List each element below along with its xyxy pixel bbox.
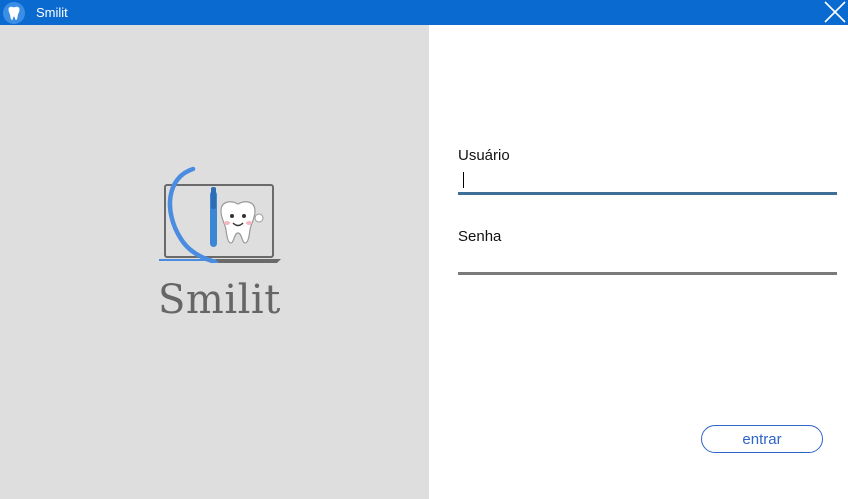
username-underline [458,192,837,195]
password-underline [458,272,837,275]
close-icon [824,1,846,23]
username-label: Usuário [458,147,510,164]
laptop-tooth-toothbrush-logo [155,163,285,266]
password-field[interactable] [458,251,836,271]
title-bar: Smilit [0,0,848,25]
tooth-icon [2,1,26,25]
login-form: Usuário Senha entrar [429,25,848,499]
window-title: Smilit [36,5,68,20]
close-button[interactable] [822,0,848,25]
brand-name: Smilit [158,277,281,323]
branding-panel: Smilit [0,25,429,499]
text-cursor [463,172,464,188]
login-button[interactable]: entrar [701,425,823,453]
password-label: Senha [458,228,502,245]
username-field[interactable] [458,170,836,190]
